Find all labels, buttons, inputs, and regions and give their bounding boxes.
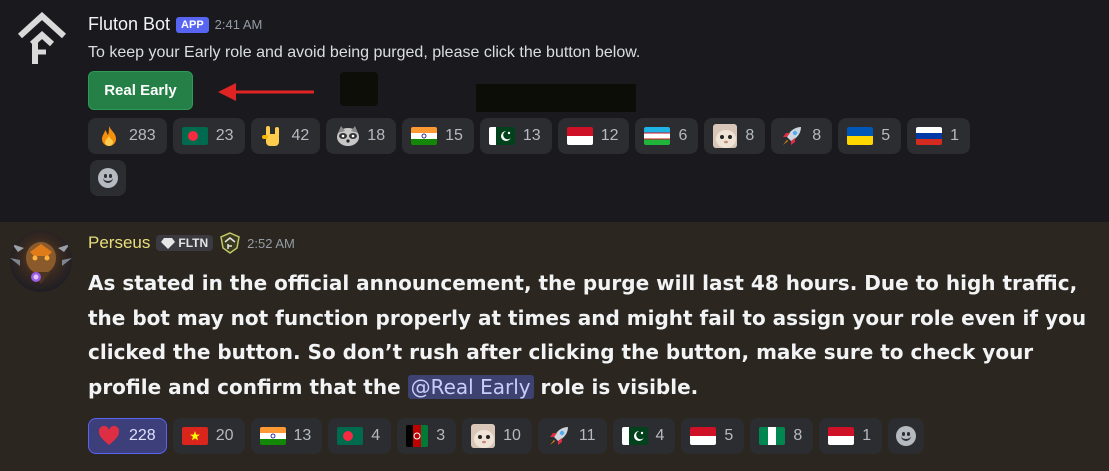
indonesia-flag-icon: [690, 427, 717, 445]
reactions-row-2: 228 20 13 4 3 10 11 4 5 8 1: [88, 418, 925, 454]
message-text: To keep your Early role and avoid being …: [88, 44, 641, 61]
bangladesh-flag-icon: [181, 127, 208, 145]
add-reaction-button[interactable]: [888, 418, 925, 454]
bangladesh-flag-icon: [337, 427, 364, 445]
red-arrow-annotation: [218, 83, 314, 101]
message-divider: [0, 210, 1109, 222]
reaction-raccoon[interactable]: 18: [326, 118, 397, 154]
reaction-flag-russia[interactable]: 1: [907, 118, 971, 154]
afghanistan-flag-icon: [406, 425, 429, 447]
uzbekistan-flag-icon: [644, 127, 671, 145]
reaction-count: 4: [655, 427, 665, 444]
smile-icon: [98, 168, 118, 188]
reaction-heart[interactable]: 228: [88, 418, 167, 454]
fluton-logo-avatar[interactable]: [14, 11, 70, 68]
real-early-button[interactable]: Real Early: [88, 71, 193, 110]
reaction-count: 8: [812, 127, 822, 144]
reaction-cat-face[interactable]: 10: [462, 418, 532, 454]
reaction-count: 13: [522, 127, 541, 144]
timestamp: 2:41 AM: [214, 17, 263, 32]
raccoon-icon: [335, 124, 360, 148]
cat-face-icon: [713, 124, 738, 148]
cat-face-icon: [471, 424, 496, 448]
reaction-rocket[interactable]: 8: [771, 118, 833, 154]
app-badge: APP: [176, 16, 209, 33]
reaction-flag-indonesia[interactable]: 1: [819, 418, 883, 454]
reaction-count: 1: [862, 427, 872, 444]
reaction-count: 1: [950, 127, 960, 144]
indonesia-flag-icon: [566, 127, 593, 145]
reaction-count: 283: [129, 127, 156, 144]
reaction-count: 8: [793, 427, 803, 444]
reaction-count: 23: [215, 127, 234, 144]
india-flag-icon: [411, 127, 438, 145]
reaction-sign-of-horns[interactable]: 42: [250, 118, 321, 154]
timestamp: 2:52 AM: [247, 235, 295, 251]
reaction-count: 5: [881, 127, 891, 144]
reaction-flag-india[interactable]: 15: [402, 118, 474, 154]
reaction-rocket[interactable]: 11: [537, 418, 607, 454]
reaction-flag-uzbekistan[interactable]: 6: [635, 118, 699, 154]
reaction-count: 42: [291, 127, 310, 144]
reaction-count: 20: [215, 427, 234, 444]
reaction-flag-bangladesh[interactable]: 4: [328, 418, 392, 454]
message-text: As stated in the official announcement, …: [88, 266, 1088, 404]
reaction-flag-ukraine[interactable]: 5: [838, 118, 902, 154]
indonesia-flag-icon: [828, 427, 855, 445]
reaction-count: 13: [293, 427, 312, 444]
reaction-flag-bangladesh[interactable]: 23: [172, 118, 245, 154]
reaction-flag-nigeria[interactable]: 8: [750, 418, 814, 454]
reaction-flag-vietnam[interactable]: 20: [172, 418, 245, 454]
reaction-flag-afghanistan[interactable]: 3: [397, 418, 457, 454]
reaction-count: 4: [371, 427, 381, 444]
reaction-flag-pakistan[interactable]: 13: [479, 118, 552, 154]
perseus-avatar[interactable]: [10, 230, 72, 292]
reaction-count: 8: [745, 127, 755, 144]
ukraine-flag-icon: [847, 127, 874, 145]
heart-icon: [97, 424, 121, 448]
reaction-flag-india[interactable]: 13: [250, 418, 323, 454]
reaction-flag-pakistan[interactable]: 4: [612, 418, 676, 454]
vietnam-flag-icon: [181, 427, 208, 445]
message-header: Perseus FLTN 2:52 AM: [88, 232, 295, 254]
reaction-count: 12: [600, 127, 619, 144]
reaction-count: 11: [578, 427, 596, 444]
fire-icon: [97, 124, 121, 148]
reaction-count: 3: [436, 427, 446, 444]
reaction-fire[interactable]: 283: [88, 118, 167, 154]
rocket-icon: [780, 124, 804, 148]
username[interactable]: Fluton Bot: [88, 14, 170, 35]
redaction-mark: [476, 84, 636, 112]
russia-flag-icon: [916, 127, 943, 145]
nigeria-flag-icon: [759, 427, 786, 445]
reaction-count: 10: [503, 427, 521, 444]
reaction-flag-indonesia[interactable]: 5: [681, 418, 745, 454]
india-flag-icon: [259, 427, 286, 445]
guild-tag-text: FLTN: [178, 236, 209, 250]
role-mention[interactable]: @Real Early: [407, 374, 534, 399]
reaction-count: 15: [445, 127, 463, 144]
reaction-flag-indonesia[interactable]: 12: [557, 118, 630, 154]
username[interactable]: Perseus: [88, 233, 150, 253]
add-reaction-button[interactable]: [90, 160, 126, 196]
reaction-count: 6: [678, 127, 688, 144]
redaction-mark: [340, 72, 378, 106]
reaction-count: 5: [724, 427, 734, 444]
pakistan-flag-icon: [488, 127, 515, 145]
smile-icon: [896, 426, 917, 446]
sign-of-horns-icon: [260, 124, 284, 148]
reaction-cat-face[interactable]: 8: [704, 118, 766, 154]
reactions-row-1: 283 23 42 18 15 13 12 6 8 8 5 1: [88, 118, 971, 154]
guild-tag[interactable]: FLTN: [156, 235, 214, 251]
message-header: Fluton Bot APP 2:41 AM: [88, 14, 262, 35]
pakistan-flag-icon: [621, 427, 648, 445]
diamond-icon: [161, 237, 176, 249]
reaction-count: 18: [367, 127, 386, 144]
fluton-role-icon[interactable]: [219, 232, 241, 254]
rocket-icon: [547, 424, 571, 448]
message-text-part: role is visible.: [533, 374, 699, 399]
reaction-count: 228: [129, 427, 156, 444]
